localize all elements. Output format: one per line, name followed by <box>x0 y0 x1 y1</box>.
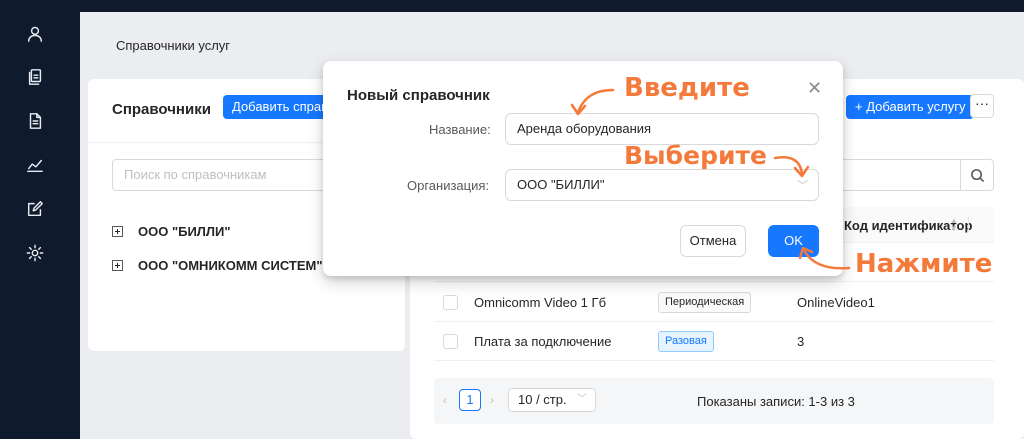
next-page-icon[interactable]: › <box>490 393 494 407</box>
close-icon[interactable]: ✕ <box>807 79 822 97</box>
directory-search-input[interactable]: Поиск по справочникам <box>112 159 342 191</box>
plus-icon: + <box>855 99 867 114</box>
page-title: Справочники услуг <box>116 38 231 53</box>
table-row[interactable]: Плата за подключение Разовая 3 <box>434 322 994 361</box>
row-name: Omnicomm Video 1 Гб <box>474 295 607 310</box>
directories-heading: Справочники <box>112 101 211 118</box>
top-bar <box>80 0 1024 12</box>
hint-press: Нажмите <box>855 249 993 279</box>
type-badge: Периодическая <box>658 292 752 313</box>
hint-enter: Введите <box>624 73 750 103</box>
add-service-label: Добавить услугу <box>866 99 966 114</box>
row-code: OnlineVideo1 <box>797 295 875 310</box>
prev-page-icon[interactable]: ‹ <box>443 393 447 407</box>
search-icon <box>970 168 984 182</box>
chevron-down-icon: ﹀ <box>577 394 587 405</box>
service-search-input[interactable] <box>830 159 961 191</box>
tree-item-omnicomm[interactable]: ООО "ОМНИКОММ СИСТЕМ" <box>112 255 323 275</box>
copy-icon[interactable] <box>24 66 46 88</box>
pagination: ‹ 1 › 10 / стр. ﹀ Показаны записи: 1-3 и… <box>434 378 994 424</box>
search-button[interactable] <box>960 159 994 191</box>
organization-label: Организация: <box>407 178 490 193</box>
expand-icon[interactable] <box>112 225 123 237</box>
organization-value: ООО "БИЛЛИ" <box>517 177 605 192</box>
add-service-button[interactable]: + Добавить услугу <box>846 95 975 119</box>
name-label: Название: <box>429 122 491 137</box>
tree-item-label: ООО "БИЛЛИ" <box>138 223 231 239</box>
organization-select[interactable]: ООО "БИЛЛИ" ﹀ <box>505 169 819 201</box>
page-size-select[interactable]: 10 / стр. ﹀ <box>508 388 596 412</box>
type-badge: Разовая <box>658 331 714 352</box>
sidebar <box>0 0 80 439</box>
expand-icon[interactable] <box>112 259 123 271</box>
chart-icon[interactable] <box>24 154 46 176</box>
column-separator <box>968 217 969 233</box>
more-button[interactable]: ··· <box>970 94 994 118</box>
gear-icon[interactable] <box>24 242 46 264</box>
row-checkbox[interactable] <box>443 295 458 310</box>
user-icon[interactable] <box>24 23 46 45</box>
cancel-button[interactable]: Отмена <box>680 225 746 257</box>
page-1-button[interactable]: 1 <box>459 389 481 411</box>
hint-select: Выберите <box>624 141 767 170</box>
modal-title: Новый справочник <box>347 87 490 104</box>
tree-item-billi[interactable]: ООО "БИЛЛИ" <box>112 221 231 241</box>
table-row[interactable]: Omnicomm Video 1 Гб Периодическая Online… <box>434 283 994 322</box>
row-name: Плата за подключение <box>474 334 612 349</box>
records-info: Показаны записи: 1-3 из 3 <box>697 394 855 409</box>
sort-icon[interactable]: ▲ ▼ <box>950 217 958 233</box>
ok-button[interactable]: OK <box>768 225 819 257</box>
chevron-down-icon: ﹀ <box>797 180 808 192</box>
edit-icon[interactable] <box>24 198 46 220</box>
row-code: 3 <box>797 334 805 349</box>
page-size-value: 10 / стр. <box>518 392 567 407</box>
row-checkbox[interactable] <box>443 334 458 349</box>
document-icon[interactable] <box>24 110 46 132</box>
tree-item-label: ООО "ОМНИКОММ СИСТЕМ" <box>138 257 323 273</box>
